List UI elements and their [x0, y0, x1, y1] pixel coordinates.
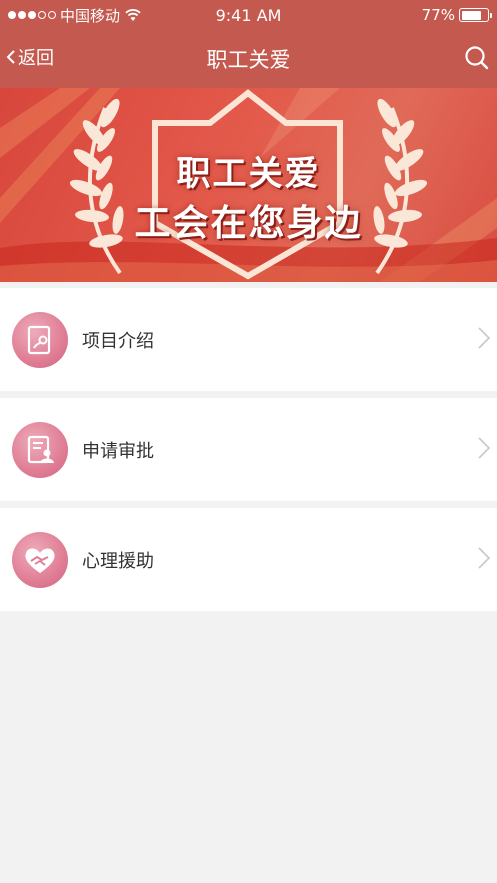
status-bar: 中国移动 9:41 AM 77% — [0, 0, 497, 30]
battery-percent: 77% — [421, 6, 455, 24]
menu-item-label: 心理援助 — [82, 550, 154, 572]
banner: 职工关爱 工会在您身边 — [0, 88, 497, 282]
search-icon[interactable] — [463, 44, 491, 72]
signal-strength-icon — [8, 11, 56, 19]
menu-item-application-approval[interactable]: 申请审批 — [0, 398, 497, 501]
banner-title: 职工关爱 — [176, 154, 321, 194]
chevron-left-icon — [6, 50, 15, 64]
application-approval-icon — [12, 421, 68, 478]
chevron-right-icon — [478, 547, 491, 569]
menu-item-project-intro[interactable]: 项目介绍 — [0, 288, 497, 391]
psychological-aid-icon — [12, 531, 68, 588]
menu-list: 项目介绍 申请审批 心理援助 — [0, 288, 497, 618]
project-intro-icon — [12, 311, 68, 368]
back-button[interactable]: 返回 — [4, 44, 54, 70]
navigation-bar: 返回 职工关爱 — [0, 30, 497, 88]
banner-subtitle: 工会在您身边 — [134, 203, 363, 244]
status-left: 中国移动 — [8, 5, 142, 26]
page-title: 职工关爱 — [206, 48, 291, 72]
menu-item-psychological-aid[interactable]: 心理援助 — [0, 508, 497, 611]
menu-item-label: 申请审批 — [82, 440, 154, 462]
menu-item-label: 项目介绍 — [82, 330, 154, 352]
battery-level — [461, 10, 481, 20]
battery-icon — [459, 8, 492, 22]
chevron-right-icon — [478, 437, 491, 459]
wifi-icon — [125, 9, 141, 21]
back-label: 返回 — [18, 48, 54, 69]
chevron-right-icon — [478, 327, 491, 349]
carrier-name: 中国移动 — [60, 6, 121, 25]
status-right: 77% — [421, 6, 492, 24]
